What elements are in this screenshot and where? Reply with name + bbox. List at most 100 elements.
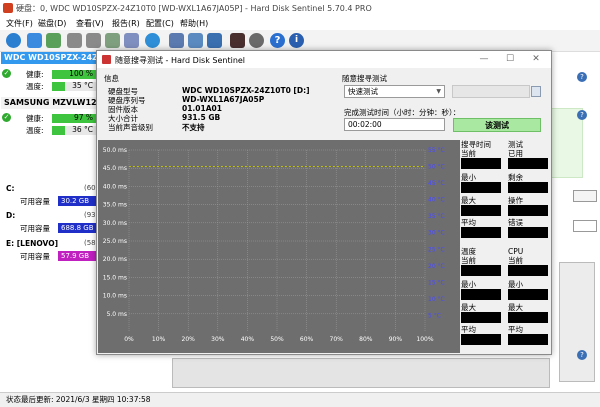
chart-area-background xyxy=(559,262,595,382)
refresh-icon[interactable] xyxy=(6,33,21,48)
background-chart-panel xyxy=(172,358,550,388)
menu-help[interactable]: 帮助(H) xyxy=(180,18,208,29)
report-icon[interactable] xyxy=(46,33,61,48)
document-icon[interactable] xyxy=(169,33,184,48)
info-value: WD-WXL1A67JA05P xyxy=(182,95,265,104)
info-icon[interactable]: i xyxy=(289,33,304,48)
y-right-tick-label: 40 °C xyxy=(428,197,445,204)
info-label: 当前声音级别 xyxy=(108,123,153,132)
errors-label: 错误 xyxy=(508,218,523,227)
y-right-tick-label: 15 °C xyxy=(428,279,445,286)
x-tick-label: 60% xyxy=(300,336,314,343)
temp-label: 温度: xyxy=(26,126,44,135)
disk-test-1-icon[interactable] xyxy=(67,33,82,48)
partition-name: D: xyxy=(6,211,16,220)
app-icon xyxy=(3,3,13,13)
y-left-tick-label: 25.0 ms xyxy=(103,238,127,245)
maximize-icon[interactable]: ☐ xyxy=(503,53,517,66)
help-icon[interactable]: ? xyxy=(270,33,285,48)
remaining-label: 剩余 xyxy=(508,173,523,182)
help-icon[interactable]: ? xyxy=(577,110,587,120)
y-left-tick-label: 30.0 ms xyxy=(103,220,127,227)
menu-config[interactable]: 配置(C) xyxy=(146,18,174,29)
menu-bar: 文件(F) 磁盘(D) 查看(V) 报告(R) 配置(C) 帮助(H) xyxy=(0,17,600,30)
y-left-tick-label: 20.0 ms xyxy=(103,256,127,263)
side-field[interactable] xyxy=(573,220,597,232)
free-label: 可用容量 xyxy=(20,252,50,261)
x-tick-label: 40% xyxy=(241,336,255,343)
settings-icon[interactable] xyxy=(249,33,264,48)
help-icon[interactable]: ? xyxy=(577,350,587,360)
disk-info-icon[interactable] xyxy=(27,33,42,48)
temp-bar-fill xyxy=(52,82,65,91)
disk-test-4-icon[interactable] xyxy=(124,33,139,48)
disk-health-row: 健康: 97 % xyxy=(6,113,97,124)
temp-bar-fill xyxy=(52,126,65,135)
dialog-title-bar: 随意搜寻测试 - Hard Disk Sentinel — ☐ ✕ xyxy=(97,51,551,68)
min-label: 最小 xyxy=(461,280,476,289)
test-errors-box xyxy=(508,227,548,238)
y-right-tick-label: 20 °C xyxy=(428,263,445,270)
help-icon[interactable]: ? xyxy=(577,72,587,82)
x-tick-label: 70% xyxy=(330,336,344,343)
temp-value: 36 °C xyxy=(72,125,93,134)
seek-time-chart: 50.0 ms 45.0 ms 40.0 ms 35.0 ms 30.0 ms 25.0 … xyxy=(98,140,460,353)
partition-free-row: 可用容量 57.9 GB xyxy=(6,251,103,261)
x-tick-label: 0% xyxy=(124,336,134,343)
dialog-app-icon xyxy=(102,55,111,64)
x-tick-label: 30% xyxy=(211,336,225,343)
y-left-tick-label: 15.0 ms xyxy=(103,274,127,281)
random-seek-test-dialog: 随意搜寻测试 - Hard Disk Sentinel — ☐ ✕ 信息 硬盘型… xyxy=(96,50,552,355)
duration-input[interactable]: 00:02:00 xyxy=(344,118,445,131)
disk-header-selected[interactable]: WDC WD10SPZX-24Z10T0 xyxy=(1,52,97,64)
seek-time-label: 搜寻时间 xyxy=(461,140,491,149)
y-left-tick-label: 40.0 ms xyxy=(103,183,127,190)
test-operation-box xyxy=(508,205,548,216)
status-bar: 状态最后更新: 2021/6/3 星期四 10:37:58 xyxy=(0,392,600,407)
health-value: 97 % xyxy=(73,113,93,122)
close-icon[interactable]: ✕ xyxy=(529,53,543,66)
temp-avg-box xyxy=(461,334,501,345)
test-type-value: 快速测试 xyxy=(348,87,378,96)
cpu-avg-box xyxy=(508,334,548,345)
menu-file[interactable]: 文件(F) xyxy=(6,18,33,29)
globe-icon[interactable] xyxy=(145,33,160,48)
info-header: 信息 xyxy=(104,74,119,83)
menu-view[interactable]: 查看(V) xyxy=(76,18,104,29)
minimize-icon[interactable]: — xyxy=(477,53,491,66)
avg-label: 平均 xyxy=(508,325,523,334)
y-right-tick-label: 10 °C xyxy=(428,296,445,303)
disk-test-3-icon[interactable] xyxy=(105,33,120,48)
menu-disk[interactable]: 磁盘(D) xyxy=(38,18,66,29)
y-right-tick-label: 25 °C xyxy=(428,246,445,253)
disabled-field xyxy=(452,85,530,98)
y-right-tick-label: 30 °C xyxy=(428,230,445,237)
info-value: 01.01A01 xyxy=(182,104,222,113)
max-label: 最大 xyxy=(461,303,476,312)
temp-min-box xyxy=(461,289,501,300)
seek-current-box xyxy=(461,158,501,169)
document-list-icon[interactable] xyxy=(188,33,203,48)
x-tick-label: 50% xyxy=(270,336,284,343)
side-button[interactable] xyxy=(573,190,597,202)
monitor-icon[interactable] xyxy=(230,33,245,48)
x-tick-label: 100% xyxy=(416,336,433,343)
disk-temp-row: 温度: 36 °C xyxy=(6,125,97,136)
email-icon[interactable] xyxy=(207,33,222,48)
partition-free-row: 可用容量 30.2 GB xyxy=(6,196,103,206)
cpu-current-box xyxy=(508,265,548,276)
disk-test-2-icon[interactable] xyxy=(86,33,101,48)
start-test-button[interactable]: 该测试 xyxy=(453,118,541,132)
y-right-tick-label: 55 °C xyxy=(428,147,445,154)
temp-current-box xyxy=(461,265,501,276)
test-type-select[interactable]: 快速测试 ▼ xyxy=(344,85,445,98)
menu-report[interactable]: 报告(R) xyxy=(112,18,140,29)
save-icon[interactable] xyxy=(531,86,541,97)
dialog-title: 随意搜寻测试 - Hard Disk Sentinel xyxy=(115,56,246,65)
disk-header[interactable]: SAMSUNG MZVLW128 xyxy=(1,97,97,109)
current-label: 当前 xyxy=(461,149,476,158)
partition-free-row: 可用容量 688.8 GB xyxy=(6,223,103,233)
y-left-tick-label: 50.0 ms xyxy=(103,147,127,154)
health-value: 100 % xyxy=(69,69,93,78)
info-value: WDC WD10SPZX-24Z10T0 [D:] xyxy=(182,86,310,95)
